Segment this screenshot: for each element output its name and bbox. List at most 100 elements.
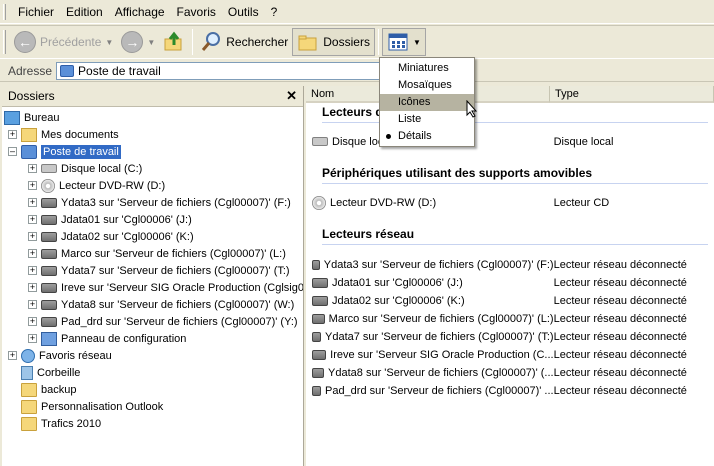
views-dropdown-icon: ▼ bbox=[412, 37, 421, 47]
tree-item-network-drive[interactable]: + Pad_drd sur 'Serveur de fichiers (Cgl0… bbox=[28, 313, 298, 330]
expand-icon[interactable]: + bbox=[28, 232, 37, 241]
hard-drive-icon bbox=[312, 137, 328, 146]
tree-item-label: Marco sur 'Serveur de fichiers (Cgl00007… bbox=[61, 247, 286, 260]
address-value: Poste de travail bbox=[78, 63, 161, 78]
tree-item-label: Pad_drd sur 'Serveur de fichiers (Cgl000… bbox=[61, 315, 298, 328]
expand-icon[interactable]: + bbox=[28, 249, 37, 258]
tree-item-network-drive[interactable]: + Ydata3 sur 'Serveur de fichiers (Cgl00… bbox=[28, 194, 291, 211]
item-name: Ydata7 sur 'Serveur de fichiers (Cgl0000… bbox=[325, 330, 554, 343]
expand-icon[interactable]: + bbox=[28, 317, 37, 326]
tree-item-network-drive[interactable]: + Ydata8 sur 'Serveur de fichiers (Cgl00… bbox=[28, 296, 294, 313]
expand-icon[interactable]: + bbox=[28, 215, 37, 224]
expand-icon[interactable]: + bbox=[28, 283, 37, 292]
menu-item-mosaiques[interactable]: Mosaïques bbox=[380, 77, 474, 94]
up-button[interactable] bbox=[159, 28, 189, 56]
views-button[interactable]: ▼ bbox=[381, 28, 426, 56]
column-header-type[interactable]: Type bbox=[550, 86, 714, 103]
tree-item-network-drive[interactable]: + Ydata7 sur 'Serveur de fichiers (Cgl00… bbox=[28, 262, 290, 279]
expand-icon[interactable]: + bbox=[8, 130, 17, 139]
menu-help[interactable]: ? bbox=[265, 2, 284, 22]
control-panel-icon bbox=[41, 331, 57, 346]
forward-arrow-icon: → bbox=[121, 31, 144, 53]
recycle-bin-icon bbox=[21, 365, 33, 380]
item-name: Jdata02 sur 'Cgl00006' (K:) bbox=[332, 294, 465, 307]
back-dropdown-icon[interactable]: ▼ bbox=[105, 38, 113, 47]
expand-icon[interactable]: + bbox=[28, 300, 37, 309]
tree-item-network-drive[interactable]: + Marco sur 'Serveur de fichiers (Cgl000… bbox=[28, 245, 286, 262]
back-button[interactable]: ← Précédente ▼ bbox=[10, 28, 117, 56]
item-type: Lecteur réseau déconnecté bbox=[553, 384, 687, 397]
item-name: Jdata01 sur 'Cgl00006' (J:) bbox=[332, 276, 463, 289]
toolbar: ← Précédente ▼ → ▼ Rechercher Dossiers ▼ bbox=[0, 25, 714, 59]
item-name: Pad_drd sur 'Serveur de fichiers (Cgl000… bbox=[324, 384, 554, 397]
menu-outils[interactable]: Outils bbox=[222, 2, 265, 22]
list-item[interactable]: Ireve sur 'Serveur SIG Oracle Production… bbox=[312, 346, 712, 363]
item-type: Lecteur réseau déconnecté bbox=[553, 312, 687, 325]
list-item[interactable]: Pad_drd sur 'Serveur de fichiers (Cgl000… bbox=[312, 382, 712, 399]
list-item[interactable]: Ydata7 sur 'Serveur de fichiers (Cgl0000… bbox=[312, 328, 712, 345]
tree-item-label: Lecteur DVD-RW (D:) bbox=[59, 179, 166, 192]
tree-item-label: Ydata7 sur 'Serveur de fichiers (Cgl0000… bbox=[61, 264, 290, 277]
tree-item-label: Trafics 2010 bbox=[41, 417, 102, 430]
tree-item-panneau-config[interactable]: + Panneau de configuration bbox=[28, 330, 186, 347]
mouse-pointer-icon bbox=[466, 100, 478, 118]
tree-item-backup[interactable]: backup bbox=[8, 381, 76, 398]
list-item[interactable]: Ydata8 sur 'Serveur de fichiers (Cgl0000… bbox=[312, 364, 712, 381]
tree-item-label: Jdata01 sur 'Cgl00006' (J:) bbox=[61, 213, 192, 226]
network-drive-icon bbox=[312, 313, 325, 324]
item-name: Ydata3 sur 'Serveur de fichiers (Cgl0000… bbox=[323, 258, 554, 271]
dvd-drive-icon bbox=[312, 195, 326, 210]
expand-icon[interactable]: + bbox=[28, 198, 37, 207]
list-item[interactable]: Lecteur DVD-RW (D:) Lecteur CD bbox=[312, 194, 712, 211]
expand-icon[interactable]: + bbox=[28, 334, 37, 343]
tree-item-label: Ireve sur 'Serveur SIG Oracle Production… bbox=[61, 281, 304, 294]
menu-favoris[interactable]: Favoris bbox=[171, 2, 222, 22]
tree-item-trafics[interactable]: Trafics 2010 bbox=[8, 415, 101, 432]
search-label: Rechercher bbox=[226, 35, 289, 49]
tree-item-dvd[interactable]: + Lecteur DVD-RW (D:) bbox=[28, 177, 165, 194]
tree-item-mes-documents[interactable]: + Mes documents bbox=[8, 126, 119, 143]
list-item[interactable]: Ydata3 sur 'Serveur de fichiers (Cgl0000… bbox=[312, 256, 712, 273]
tree-item-disque-local[interactable]: + Disque local (C:) bbox=[28, 160, 142, 177]
folder-icon bbox=[21, 382, 37, 397]
search-button[interactable]: Rechercher bbox=[196, 28, 292, 56]
menu-item-liste[interactable]: Liste bbox=[380, 111, 474, 128]
tree-item-corbeille[interactable]: Corbeille bbox=[8, 364, 80, 381]
folders-pane-header: Dossiers ✕ bbox=[2, 86, 303, 107]
tree-item-bureau[interactable]: Bureau bbox=[4, 109, 59, 126]
menu-item-icones[interactable]: Icônes bbox=[380, 94, 474, 111]
tree-item-network-drive[interactable]: + Ireve sur 'Serveur SIG Oracle Producti… bbox=[28, 279, 304, 296]
list-item[interactable]: Jdata02 sur 'Cgl00006' (K:) Lecteur rése… bbox=[312, 292, 712, 309]
forward-button[interactable]: → ▼ bbox=[117, 28, 159, 56]
network-drive-icon bbox=[41, 282, 57, 293]
collapse-icon[interactable]: – bbox=[8, 147, 17, 156]
folders-icon bbox=[298, 35, 317, 51]
folders-label: Dossiers bbox=[323, 35, 370, 49]
list-item[interactable]: Disque loc Disque local bbox=[312, 133, 712, 150]
menu-affichage[interactable]: Affichage bbox=[109, 2, 171, 22]
expand-icon[interactable]: + bbox=[28, 266, 37, 275]
list-item[interactable]: Jdata01 sur 'Cgl00006' (J:) Lecteur rése… bbox=[312, 274, 712, 291]
list-item[interactable]: Marco sur 'Serveur de fichiers (Cgl00007… bbox=[312, 310, 712, 327]
item-name: Marco sur 'Serveur de fichiers (Cgl00007… bbox=[328, 312, 554, 325]
group-title-local: Lecteurs d bbox=[322, 105, 383, 119]
tree-item-outlook[interactable]: Personnalisation Outlook bbox=[8, 398, 163, 415]
tree-item-network-drive[interactable]: + Jdata02 sur 'Cgl00006' (K:) bbox=[28, 228, 194, 245]
expand-icon[interactable]: + bbox=[28, 181, 37, 190]
expand-icon[interactable]: + bbox=[8, 351, 17, 360]
tree-item-network-drive[interactable]: + Jdata01 sur 'Cgl00006' (J:) bbox=[28, 211, 192, 228]
menu-item-miniatures[interactable]: Miniatures bbox=[380, 60, 474, 77]
menu-fichier[interactable]: Fichier bbox=[12, 2, 60, 22]
menu-edition[interactable]: Edition bbox=[60, 2, 109, 22]
folders-button[interactable]: Dossiers bbox=[292, 28, 375, 56]
tree-item-poste-de-travail[interactable]: – Poste de travail bbox=[8, 143, 121, 160]
computer-icon bbox=[60, 64, 75, 77]
menu-item-details[interactable]: Détails bbox=[380, 128, 474, 145]
close-icon[interactable]: ✕ bbox=[286, 88, 297, 104]
group-divider bbox=[322, 183, 708, 184]
tree-item-favoris-reseau[interactable]: + Favoris réseau bbox=[8, 347, 112, 364]
network-drive-icon bbox=[41, 316, 57, 327]
expand-icon[interactable]: + bbox=[28, 164, 37, 173]
forward-dropdown-icon[interactable]: ▼ bbox=[147, 38, 155, 47]
address-field[interactable]: Poste de travail bbox=[56, 61, 387, 80]
